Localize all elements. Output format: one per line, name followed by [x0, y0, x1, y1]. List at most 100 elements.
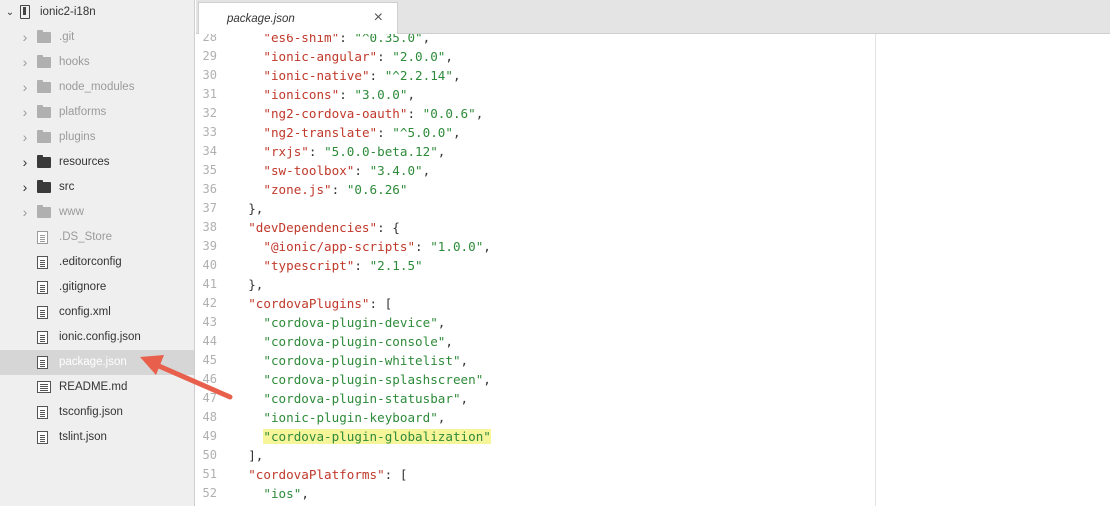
code-token: ,: [407, 87, 416, 102]
tree-item-label: node_modules: [59, 81, 135, 93]
line-number: 29: [202, 49, 217, 63]
code-token: : [: [369, 296, 393, 311]
file-icon: [37, 306, 48, 319]
chevron-right-icon[interactable]: ›: [20, 204, 30, 220]
file-icon: [37, 331, 48, 344]
tree-item-hooks[interactable]: › hooks: [0, 50, 194, 75]
code-line: 52 "ios",: [196, 484, 1110, 503]
chevron-right-icon[interactable]: ›: [20, 154, 30, 170]
tree-item-label: .editorconfig: [59, 256, 122, 268]
code-line: 48 "ionic-plugin-keyboard",: [196, 408, 1110, 427]
code-token: "0.0.6": [422, 106, 476, 121]
code-line: 42 "cordovaPlugins": [: [196, 294, 1110, 313]
tree-item-gitignore[interactable]: .gitignore: [0, 275, 194, 300]
tree-item-label: hooks: [59, 56, 90, 68]
code-line: 37},: [196, 199, 1110, 218]
code-editor[interactable]: 28 "es6-shim": "^0.35.0", 29 "ionic-angular…: [196, 34, 1110, 506]
close-icon[interactable]: ×: [374, 10, 383, 26]
code-token: "ng2-cordova-oauth": [263, 106, 408, 121]
code-token: "@ionic/app-scripts": [263, 239, 416, 254]
code-token: :: [407, 106, 423, 121]
tree-item-config-xml[interactable]: config.xml: [0, 300, 194, 325]
code-text: "@ionic/app-scripts": "1.0.0",: [263, 237, 491, 256]
tree-item-tslint-json[interactable]: tslint.json: [0, 425, 194, 450]
chevron-right-icon[interactable]: ›: [20, 179, 30, 195]
code-text: "ionic-native": "^2.2.14",: [263, 66, 460, 85]
code-token: ,: [445, 49, 453, 64]
code-line: 28 "es6-shim": "^0.35.0",: [196, 34, 1110, 47]
tree-item-resources[interactable]: › resources: [0, 150, 194, 175]
code-token: "typescript": [263, 258, 355, 273]
line-number: 48: [202, 410, 217, 424]
tree-item-node-modules[interactable]: › node_modules: [0, 75, 194, 100]
code-token: :: [369, 68, 385, 83]
tree-item-label: .git: [59, 31, 75, 43]
code-token: "0.6.26": [346, 182, 408, 197]
code-token: "^2.2.14": [384, 68, 453, 83]
code-text: "cordova-plugin-whitelist",: [263, 351, 468, 370]
chevron-right-icon[interactable]: ›: [20, 54, 30, 70]
code-text: "cordovaPlugins": [: [248, 294, 392, 313]
code-text: "zone.js": "0.6.26": [263, 180, 407, 199]
code-token: ,: [437, 315, 446, 330]
tab-label: package.json: [227, 13, 295, 25]
code-token: :: [415, 239, 431, 254]
code-token: "cordovaPlugins": [248, 296, 370, 311]
code-token: "ionicons": [263, 87, 340, 102]
tree-item-editorconfig[interactable]: .editorconfig: [0, 250, 194, 275]
code-token: : {: [377, 220, 400, 235]
tree-item-label: ionic.config.json: [59, 331, 141, 343]
tree-item-ds-store[interactable]: .DS_Store: [0, 225, 194, 250]
code-line: 31 "ionicons": "3.0.0",: [196, 85, 1110, 104]
project-root[interactable]: ⌄ ionic2-i18n: [0, 0, 194, 25]
line-number: 35: [202, 163, 217, 177]
tree-item-platforms[interactable]: › platforms: [0, 100, 194, 125]
chevron-right-icon[interactable]: ›: [20, 29, 30, 45]
tree-item-label: tslint.json: [59, 431, 107, 443]
code-token: "ios": [263, 486, 302, 501]
code-line: 45 "cordova-plugin-whitelist",: [196, 351, 1110, 370]
tree-item-label: package.json: [59, 356, 127, 368]
code-line: 46 "cordova-plugin-splashscreen",: [196, 370, 1110, 389]
file-icon: [37, 431, 48, 444]
code-token: :: [377, 49, 393, 64]
code-token: "ionic-angular": [263, 49, 378, 64]
line-number: 36: [202, 182, 217, 196]
code-token: "ng2-translate": [263, 125, 378, 140]
code-text: "ng2-translate": "^5.0.0",: [263, 123, 460, 142]
tree-item-git[interactable]: › .git: [0, 25, 194, 50]
code-line: 44 "cordova-plugin-console",: [196, 332, 1110, 351]
code-token: ,: [460, 391, 469, 406]
line-number: 38: [202, 220, 217, 234]
code-token: "cordova-plugin-splashscreen": [263, 372, 484, 387]
code-text: "cordova-plugin-globalization": [263, 427, 491, 446]
folder-icon: [37, 180, 51, 193]
code-token: ,: [475, 106, 484, 121]
code-token: "3.0.0": [354, 87, 408, 102]
chevron-right-icon[interactable]: ›: [20, 79, 30, 95]
folder-icon: [37, 205, 51, 218]
folder-icon: [37, 155, 51, 168]
tree-item-plugins[interactable]: › plugins: [0, 125, 194, 150]
folder-icon: [37, 80, 51, 93]
file-icon: [37, 231, 48, 244]
code-token: "ionic-native": [263, 68, 370, 83]
tree-item-label: tsconfig.json: [59, 406, 123, 418]
tree-item-src[interactable]: › src: [0, 175, 194, 200]
code-text: "ios",: [263, 484, 309, 503]
tree-item-label: .gitignore: [59, 281, 107, 293]
tab-package-json[interactable]: package.json ×: [198, 2, 398, 34]
chevron-down-icon[interactable]: ⌄: [5, 7, 15, 18]
chevron-right-icon[interactable]: ›: [20, 104, 30, 120]
file-icon: [37, 281, 48, 294]
code-line: 29 "ionic-angular": "2.0.0",: [196, 47, 1110, 66]
code-token: "2.1.5": [369, 258, 423, 273]
tree-item-label: src: [59, 181, 75, 193]
tree-item-www[interactable]: › www: [0, 200, 194, 225]
code-token: :: [354, 163, 370, 178]
code-token: :: [331, 182, 347, 197]
chevron-right-icon[interactable]: ›: [20, 129, 30, 145]
line-number: 41: [202, 277, 217, 291]
code-token: "5.0.0-beta.12": [324, 144, 438, 159]
code-text: "devDependencies": {: [248, 218, 400, 237]
